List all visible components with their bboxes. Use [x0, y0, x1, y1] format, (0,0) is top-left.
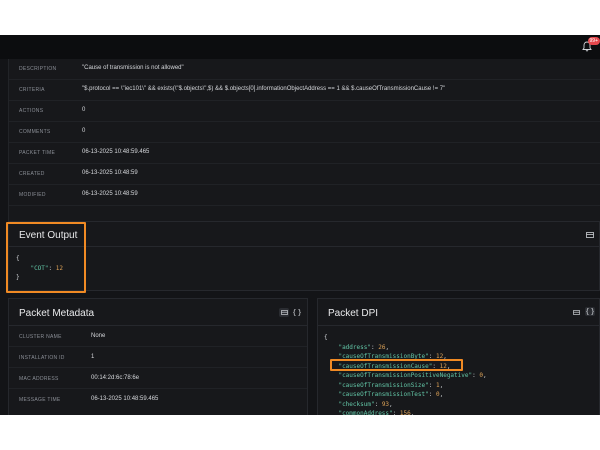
- detail-row: CREATED 06-13-2025 10:48:59: [9, 164, 600, 185]
- metadata-value: 1: [91, 354, 95, 360]
- detail-label: MODIFIED: [19, 192, 46, 198]
- metadata-label: MESSAGE TIME: [19, 397, 61, 403]
- detail-label: DESCRIPTION: [19, 66, 57, 72]
- detail-row: PACKET TIME 06-13-2025 10:48:59.465: [9, 143, 600, 164]
- metadata-value: 06-13-2025 10:48:59.465: [91, 396, 159, 402]
- detail-label: ACTIONS: [19, 108, 44, 114]
- metadata-row: CLUSTER NAME None: [9, 326, 307, 347]
- json-number: 1: [436, 381, 440, 389]
- code-view-icon[interactable]: [292, 308, 302, 317]
- detail-row: MODIFIED 06-13-2025 10:48:59: [9, 185, 600, 206]
- json-key: "causeOfTransmissionTest": [338, 391, 429, 398]
- packet-dpi-json: { "address": 26, "causeOfTransmissionByt…: [324, 334, 487, 415]
- detail-row: ACTIONS 0: [9, 101, 600, 122]
- json-number: 26: [378, 343, 386, 351]
- json-key: "causeOfTransmissionPositiveNegative": [338, 372, 473, 379]
- metadata-value: 00:14:2d:6c:78:6e: [91, 375, 140, 381]
- packet-metadata-panel: Packet Metadata CLUSTER NAME None INSTAL…: [8, 298, 308, 415]
- json-key: "checksum": [338, 400, 375, 408]
- json-key: "commonAddress": [338, 410, 393, 415]
- detail-row: DESCRIPTION "Cause of transmission is no…: [9, 59, 600, 80]
- detail-label: CRITERIA: [19, 87, 45, 93]
- top-bar: 99+: [0, 35, 600, 59]
- packet-dpi-title: Packet DPI: [328, 308, 379, 319]
- event-output-panel: Event Output { "COT": 12 }: [6, 221, 600, 293]
- metadata-label: CLUSTER NAME: [19, 334, 62, 340]
- detail-value: 06-13-2025 10:48:59: [82, 170, 138, 176]
- packet-dpi-header: Packet DPI: [318, 299, 599, 326]
- json-key: "causeOfTransmissionSize": [338, 381, 429, 389]
- alert-details: DESCRIPTION "Cause of transmission is no…: [8, 59, 600, 239]
- detail-value: 06-13-2025 10:48:59.465: [82, 149, 150, 155]
- packet-metadata-header: Packet Metadata: [9, 299, 307, 326]
- packet-dpi-panel: Packet DPI { "address": 26, "causeOfTran…: [317, 298, 600, 415]
- table-view-icon[interactable]: [279, 308, 289, 317]
- detail-label: CREATED: [19, 171, 45, 177]
- json-number: 0: [436, 391, 440, 398]
- detail-label: COMMENTS: [19, 129, 51, 135]
- detail-row: CRITERIA "$.protocol == \"iec101\" && ex…: [9, 80, 600, 101]
- event-output-highlight-box: [6, 222, 86, 293]
- json-number: 93: [381, 400, 390, 408]
- json-number: 156: [399, 410, 411, 415]
- packet-metadata-title: Packet Metadata: [19, 308, 95, 319]
- detail-value: 06-13-2025 10:48:59: [82, 191, 138, 197]
- table-view-icon[interactable]: [585, 230, 595, 239]
- detail-value: "$.protocol == \"iec101\" && exists(\"$.…: [82, 86, 446, 92]
- event-output-header: Event Output: [9, 222, 599, 247]
- table-view-icon[interactable]: [571, 308, 581, 317]
- detail-value: 0: [82, 107, 86, 113]
- notification-badge: 99+: [587, 37, 600, 45]
- json-key: "address": [338, 343, 371, 351]
- cause-highlight-box: [330, 359, 463, 371]
- detail-label: PACKET TIME: [19, 150, 56, 156]
- detail-value: 0: [82, 128, 86, 134]
- metadata-value: None: [91, 333, 106, 339]
- app-window: 99+ DESCRIPTION "Cause of transmission i…: [0, 35, 600, 415]
- metadata-row: MESSAGE TIME 06-13-2025 10:48:59.465: [9, 389, 307, 410]
- json-brace: {: [324, 334, 328, 341]
- metadata-row: INSTALLATION ID 1: [9, 347, 307, 368]
- code-view-icon[interactable]: [585, 307, 595, 316]
- metadata-label: INSTALLATION ID: [19, 355, 65, 361]
- json-number: 0: [479, 372, 483, 379]
- detail-row: COMMENTS 0: [9, 122, 600, 143]
- detail-value: "Cause of transmission is not allowed": [82, 65, 184, 71]
- metadata-row: MAC ADDRESS 00:14:2d:6c:78:6e: [9, 368, 307, 389]
- metadata-label: MAC ADDRESS: [19, 376, 59, 382]
